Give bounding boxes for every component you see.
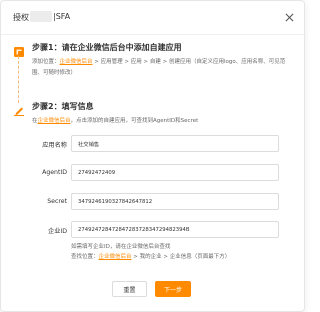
agentid-input[interactable]: 27492472409 xyxy=(71,164,279,181)
secret-label: Secret xyxy=(47,198,67,205)
app-name-label: 应用名称 xyxy=(42,142,67,149)
step2-description: 在企业微信后台，点击添加的自建应用，可查找到AgentID和Secret xyxy=(32,116,286,127)
step1-title: 步骤1：请在企业微信后台中添加自建应用 xyxy=(32,43,182,52)
dialog-title-suffix: |SFA xyxy=(53,12,71,21)
wecom-admin-link[interactable]: 企业微信后台 xyxy=(60,59,93,65)
secret-input[interactable]: 3479246190327842647812 xyxy=(71,193,279,210)
close-icon[interactable] xyxy=(282,10,296,24)
pencil-icon xyxy=(14,101,24,120)
reset-button[interactable]: 重置 xyxy=(112,281,147,297)
dialog-title-prefix: 授权 xyxy=(13,13,29,22)
step1-description: 添加位置：企业微信后台 > 应用管理 > 应用 > 自建 > 创建应用（自定义应… xyxy=(32,57,286,79)
step-connector xyxy=(18,56,19,103)
next-step-button[interactable]: 下一步 xyxy=(155,281,191,297)
corpid-hint-line2: 查找位置：企业微信后台 > 我的企业 > 企业信息（页面最下方） xyxy=(71,252,286,262)
corpid-label: 企业ID xyxy=(48,228,67,235)
wecom-admin-link[interactable]: 企业微信后台 xyxy=(99,254,132,260)
corpid-hint: 如需填写企业ID，请在企业微信后台查找 查找位置：企业微信后台 > 我的企业 >… xyxy=(71,242,286,262)
corpid-hint-prefix: 查找位置： xyxy=(71,254,99,260)
corpid-hint-line1: 如需填写企业ID，请在企业微信后台查找 xyxy=(71,244,171,250)
step2-title: 步骤2：填写信息 xyxy=(32,102,94,111)
step1-desc-prefix: 添加位置： xyxy=(32,59,60,65)
redacted-app-name xyxy=(30,11,52,22)
corpid-input[interactable]: 27492472847284728372834729482394B xyxy=(71,221,279,238)
wecom-admin-link[interactable]: 企业微信后台 xyxy=(38,118,71,124)
plus-square-icon xyxy=(14,42,24,61)
authorization-dialog: 授权 |SFA 步骤1：请在企业微信后台中添加自建应用 添加位置：企业微信后台 … xyxy=(0,0,306,312)
app-name-input[interactable]: 社交销售 xyxy=(71,135,279,152)
corpid-hint-suffix: > 我的企业 > 企业信息（页面最下方） xyxy=(131,254,231,260)
agentid-label: AgentID xyxy=(42,169,67,176)
dialog-header: 授权 |SFA xyxy=(1,1,306,35)
step2-desc-suffix: ，点击添加的自建应用，可查找到AgentID和Secret xyxy=(70,118,199,124)
